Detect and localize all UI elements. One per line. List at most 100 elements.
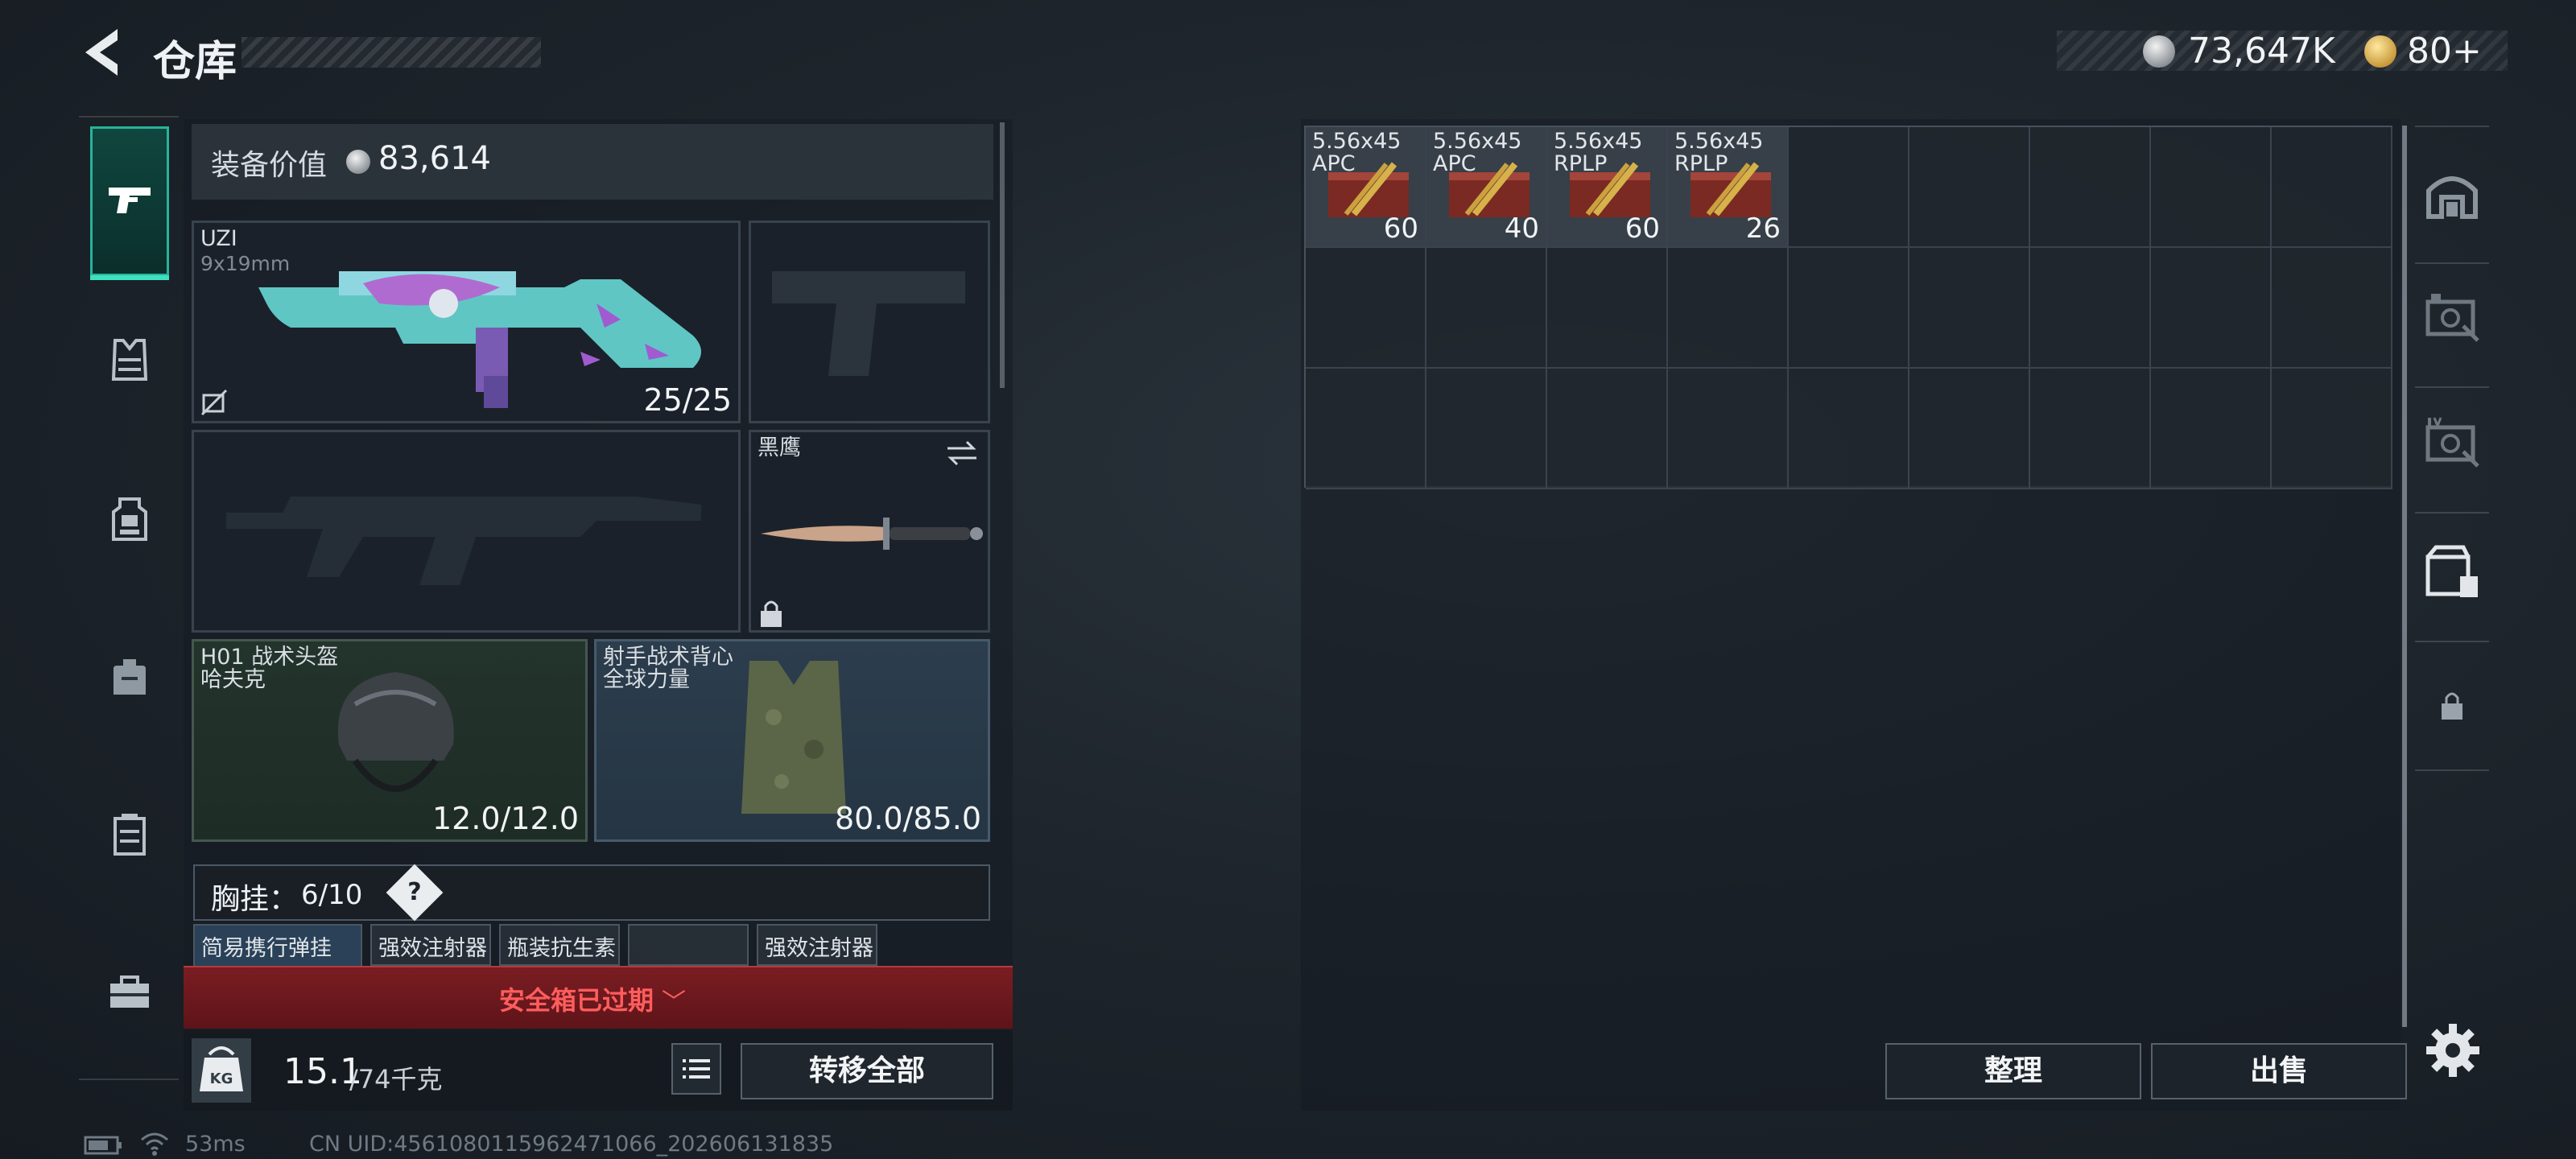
gold-currency-amount[interactable]: 80+ <box>2407 31 2482 72</box>
pistol-silhouette-icon <box>772 271 965 376</box>
transfer-all-button[interactable]: 转移全部 <box>741 1043 993 1099</box>
pocket-slot-1[interactable]: 简易携行弹挂 阿萨拉 <box>193 924 362 969</box>
silver-currency-amount: 73,647K <box>2188 31 2335 72</box>
ammo-name: 5.56x45 RPLP <box>1554 129 1643 177</box>
secondary-weapon-slot[interactable] <box>192 430 741 633</box>
stash-cell-empty[interactable] <box>1789 127 1909 248</box>
ammo-name: 5.56x45 APC <box>1433 129 1522 177</box>
vest-durability: 80.0/85.0 <box>834 801 981 836</box>
stash-scrollbar[interactable] <box>2402 126 2407 1027</box>
stash-item-ammo[interactable]: 5.56x45 RPLP 60 <box>1547 127 1668 248</box>
toolbox-icon[interactable] <box>103 966 156 1019</box>
title-decoration <box>242 37 541 68</box>
ammo-name: 5.56x45 APC <box>1312 129 1402 177</box>
equipment-value: 83,614 <box>378 140 491 177</box>
swap-icon[interactable] <box>944 439 980 468</box>
sort-button[interactable]: 整理 <box>1885 1043 2141 1099</box>
stash-cell-empty[interactable] <box>1789 369 1909 489</box>
stash-cell-empty[interactable] <box>1426 369 1547 489</box>
battery-icon <box>84 1136 122 1155</box>
pocket-slot-4[interactable] <box>628 924 749 966</box>
backpack-icon[interactable] <box>103 650 156 703</box>
armor-vest-icon[interactable] <box>103 333 156 386</box>
stash-cell-empty[interactable] <box>1909 248 2030 369</box>
settings-gear-icon[interactable] <box>2425 1022 2481 1079</box>
stash-cell-empty[interactable] <box>1306 248 1426 369</box>
equipment-value-label: 装备价值 <box>211 149 328 182</box>
stash-cell-empty[interactable] <box>2151 248 2272 369</box>
knife-image <box>761 518 983 550</box>
stash-cell-empty[interactable] <box>2030 369 2151 489</box>
home-storage-icon[interactable] <box>2420 161 2484 225</box>
rail-divider <box>2415 641 2489 642</box>
melee-name: 黑鹰 <box>758 435 801 460</box>
stash-cell-empty[interactable] <box>1547 369 1668 489</box>
stash-cell-empty[interactable] <box>2030 127 2151 248</box>
rifle-silhouette-icon <box>226 497 701 585</box>
stash-cell-empty[interactable] <box>1426 248 1547 369</box>
stash-cell-empty[interactable] <box>1668 369 1789 489</box>
weight-icon: KG <box>192 1038 251 1103</box>
ammo-count: 60 <box>1383 212 1418 245</box>
stash-cell-empty[interactable] <box>2272 127 2392 248</box>
helmet-slot[interactable]: H01 战术头盔 哈夫克 12.0/12.0 <box>192 639 588 842</box>
stash-cell-empty[interactable] <box>2272 369 2392 489</box>
ammo-count: 40 <box>1504 212 1539 245</box>
stash-cell-empty[interactable] <box>2272 248 2392 369</box>
melee-slot[interactable]: 黑鹰 <box>749 430 990 633</box>
rail-divider <box>2415 512 2489 514</box>
stash-cell-empty[interactable] <box>1668 248 1789 369</box>
stash-cell-empty[interactable] <box>2030 248 2151 369</box>
rail-divider <box>2415 262 2489 264</box>
help-icon[interactable]: ? <box>386 864 444 922</box>
lock-icon <box>761 600 782 627</box>
chest-rig-capacity: 6/10 <box>301 879 363 911</box>
sell-button[interactable]: 出售 <box>2151 1043 2407 1099</box>
list-icon <box>683 1059 710 1079</box>
stash-cell-empty[interactable] <box>2151 127 2272 248</box>
rail-divider <box>2415 769 2489 771</box>
storage-add-icon[interactable] <box>2420 539 2484 604</box>
helmet-image <box>337 672 454 792</box>
storage-iii-icon[interactable] <box>2420 285 2484 349</box>
container-icon[interactable] <box>103 808 156 861</box>
storage-iv-icon[interactable] <box>2420 410 2484 475</box>
primary-weapon-slot[interactable]: UZI 9x19mm 25/25 <box>192 221 741 423</box>
stash-cell-empty[interactable] <box>1547 248 1668 369</box>
helmet-type: H01 战术头盔 <box>200 645 339 670</box>
lock-icon[interactable] <box>2420 673 2484 737</box>
rail-divider <box>79 1079 179 1080</box>
equipment-scrollbar[interactable] <box>1000 122 1005 388</box>
gold-coin-icon <box>2364 35 2396 68</box>
pocket-slot-5[interactable]: 强效注射器 <box>757 924 877 966</box>
vest-type: 射手战术背心 <box>603 645 733 670</box>
pocket-label: 瓶装抗生素 <box>507 936 616 961</box>
rail-divider <box>79 116 179 118</box>
pocket-label: 强效注射器 <box>378 936 487 961</box>
helmet-name: 哈夫克 <box>200 667 266 692</box>
chevron-down-icon: ﹀ <box>662 988 686 1017</box>
ammo-count: 60 <box>1624 212 1660 245</box>
chest-rig-icon[interactable] <box>103 493 156 546</box>
pistol-slot[interactable] <box>749 221 990 423</box>
stash-item-ammo[interactable]: 5.56x45 RPLP 26 <box>1668 127 1789 248</box>
page-title: 仓库 <box>153 38 237 86</box>
safe-box-status: 安全箱已过期 <box>499 985 654 1016</box>
stash-cell-empty[interactable] <box>1909 369 2030 489</box>
pocket-label: 强效注射器 <box>765 936 873 961</box>
helmet-durability: 12.0/12.0 <box>431 801 579 836</box>
silver-coin-icon <box>346 150 370 174</box>
stash-cell-empty[interactable] <box>2151 369 2272 489</box>
list-view-button[interactable] <box>671 1043 721 1095</box>
weight-max: /74千克 <box>349 1064 443 1095</box>
stash-item-ammo[interactable]: 5.56x45 APC 60 <box>1306 127 1426 248</box>
back-icon[interactable] <box>77 24 126 80</box>
pocket-slot-2[interactable]: 强效注射器 <box>370 924 491 966</box>
body-armor-slot[interactable]: 射手战术背心 全球力量 80.0/85.0 <box>594 639 990 842</box>
stash-cell-empty[interactable] <box>1789 248 1909 369</box>
pocket-slot-3[interactable]: 瓶装抗生素 <box>499 924 620 966</box>
stash-cell-empty[interactable] <box>1306 369 1426 489</box>
stash-item-ammo[interactable]: 5.56x45 APC 40 <box>1426 127 1547 248</box>
rail-divider <box>2415 386 2489 388</box>
stash-cell-empty[interactable] <box>1909 127 2030 248</box>
